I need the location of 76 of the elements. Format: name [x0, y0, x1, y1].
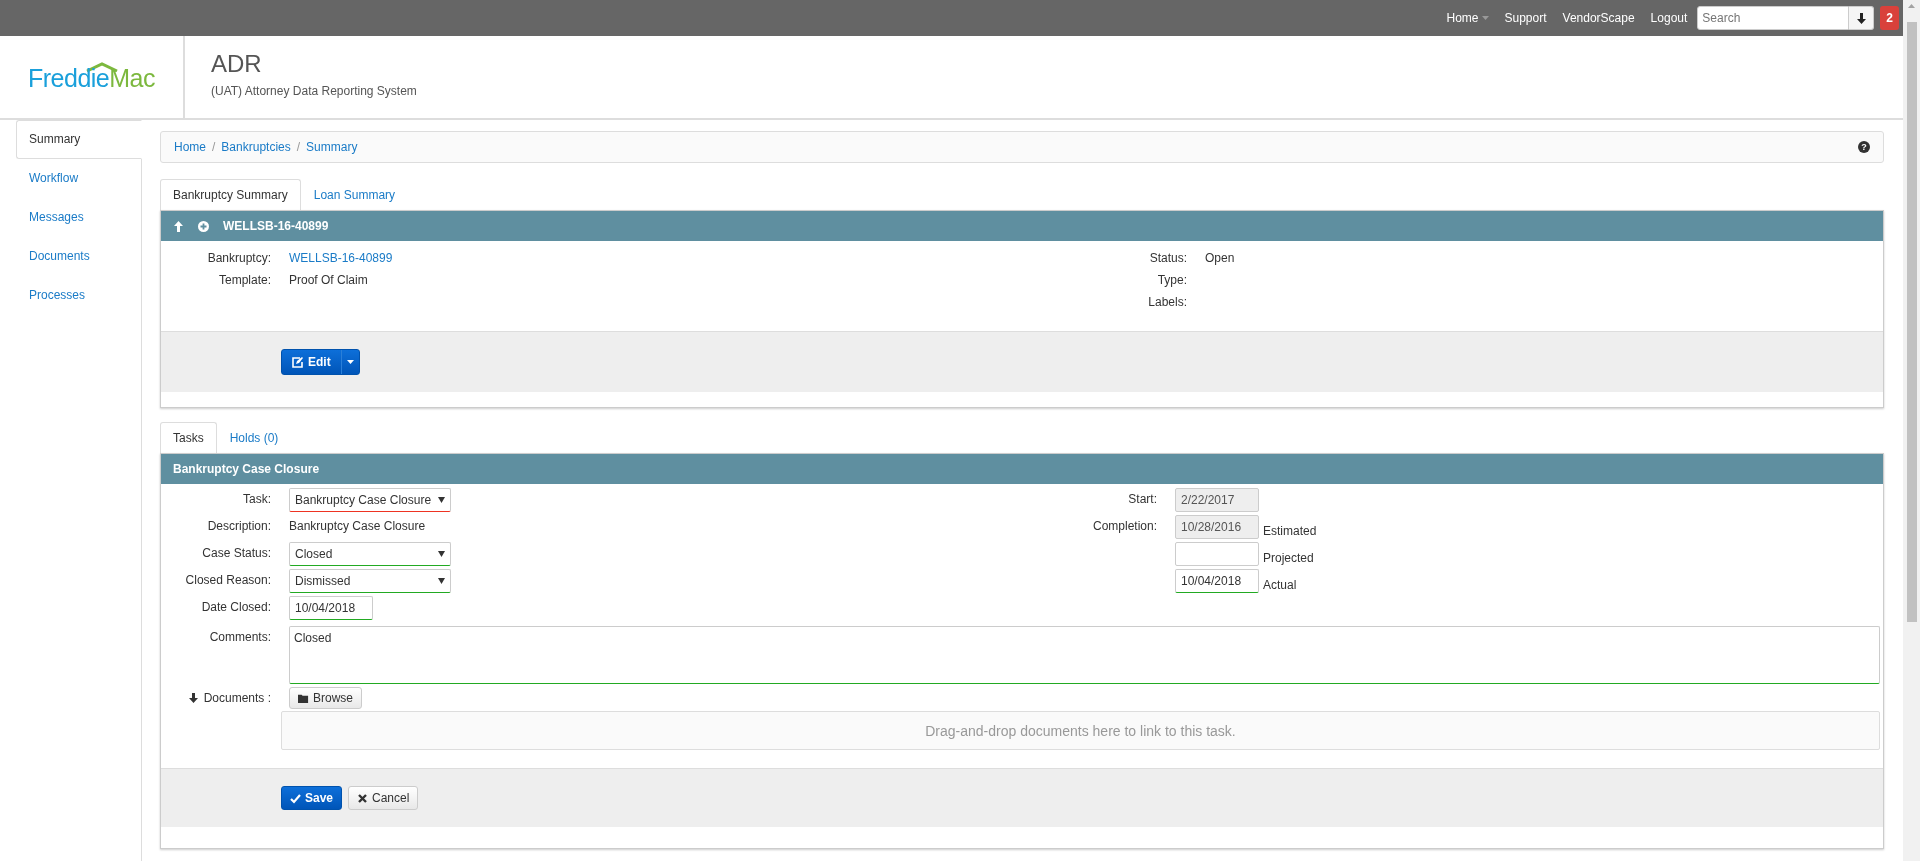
date-field[interactable]	[1175, 542, 1259, 566]
notification-badge[interactable]: 2	[1880, 6, 1899, 30]
caret-icon	[1481, 16, 1489, 20]
nav-link[interactable]: Logout	[1642, 11, 1696, 25]
field-value: Proof Of Claim	[289, 272, 368, 289]
caret-icon	[438, 551, 445, 557]
field-label: Date Closed:	[200, 599, 272, 616]
dropdown-field[interactable]: Bankruptcy Case Closure	[289, 488, 451, 512]
folder-icon	[298, 692, 309, 704]
app-title: ADR	[211, 50, 263, 78]
breadcrumb-link[interactable]: Home	[174, 140, 206, 154]
comments-field[interactable]: Closed	[289, 626, 1880, 684]
breadcrumb-link[interactable]: Summary	[306, 140, 358, 154]
logo: FreddieMac	[28, 61, 155, 93]
caret-icon	[438, 578, 445, 584]
tab[interactable]: Holds (0)	[216, 422, 292, 453]
tab[interactable]: Tasks	[160, 422, 217, 453]
sidebar-item[interactable]: Processes	[16, 276, 142, 315]
dropdown-field[interactable]: Closed	[289, 542, 451, 566]
edit-icon	[292, 356, 303, 368]
tab[interactable]: Loan Summary	[300, 179, 409, 210]
field-label: Status:	[1148, 250, 1188, 267]
breadcrumb-link[interactable]: Bankruptcies	[221, 140, 291, 154]
cancel-button[interactable]: Cancel	[348, 786, 419, 810]
dropdown-field[interactable]: Dismissed	[289, 569, 451, 593]
download-button[interactable]	[1849, 6, 1875, 30]
date-field[interactable]: 10/04/2018	[289, 596, 373, 620]
field-value: Open	[1205, 250, 1235, 267]
date-field[interactable]: 10/04/2018	[1175, 569, 1259, 593]
breadcrumb-separator: /	[296, 140, 301, 154]
bankruptcy-link[interactable]: WELLSB-16-40899	[289, 247, 393, 269]
sidebar-item[interactable]: Messages	[16, 198, 142, 237]
checkmark-icon	[290, 792, 301, 804]
save-button[interactable]: Save	[281, 786, 343, 810]
plus-circle-icon[interactable]	[198, 220, 209, 232]
date-note: Projected	[1263, 550, 1314, 567]
app-subtitle: (UAT) Attorney Data Reporting System	[211, 84, 417, 98]
down-arrow-icon	[1856, 12, 1866, 24]
help-icon[interactable]: ?	[1858, 141, 1870, 153]
browse-button[interactable]: Browse	[289, 687, 362, 709]
date-note: Estimated	[1263, 523, 1317, 540]
date-field: 10/28/2016	[1175, 515, 1259, 539]
sidebar-item[interactable]: Documents	[16, 237, 142, 276]
field-label: Closed Reason:	[184, 572, 272, 589]
caret-icon	[438, 497, 445, 503]
field-label: Completion:	[1092, 519, 1157, 533]
search-field[interactable]: Search	[1697, 6, 1850, 30]
date-note: Actual	[1263, 577, 1297, 594]
panel-title: WELLSB-16-40899	[223, 219, 329, 233]
field-label: Labels:	[1147, 294, 1188, 311]
sidebar-item[interactable]: Summary	[16, 120, 142, 159]
field-label: Template:	[217, 272, 272, 289]
date-field: 2/22/2017	[1175, 488, 1259, 512]
field-label: Task:	[242, 491, 272, 508]
field-value: Bankruptcy Case Closure	[289, 518, 426, 535]
field-label: Case Status:	[201, 545, 272, 562]
close-icon	[357, 792, 369, 804]
field-label: Description:	[206, 518, 272, 535]
field-label: Comments:	[208, 629, 272, 646]
scroll-up-icon[interactable]	[1908, 4, 1915, 8]
sidebar-item[interactable]: Workflow	[16, 159, 142, 198]
nav-link[interactable]: VendorScape	[1554, 11, 1643, 25]
scrollbar[interactable]	[1903, 0, 1920, 861]
field-label: Bankruptcy:	[206, 250, 272, 267]
field-label: Documents :	[203, 690, 271, 707]
field-label: Start:	[1128, 492, 1157, 506]
up-arrow-icon[interactable]	[173, 220, 184, 232]
field-label: Type:	[1156, 272, 1188, 289]
panel-title: Bankruptcy Case Closure	[173, 462, 320, 476]
edit-button[interactable]: Edit	[282, 350, 341, 374]
nav-link[interactable]: Home	[1438, 11, 1497, 25]
caret-icon	[346, 360, 354, 364]
breadcrumb-separator: /	[212, 140, 216, 154]
nav-link[interactable]: Support	[1496, 11, 1555, 25]
tab[interactable]: Bankruptcy Summary	[160, 179, 301, 210]
down-arrow-icon	[188, 693, 198, 703]
